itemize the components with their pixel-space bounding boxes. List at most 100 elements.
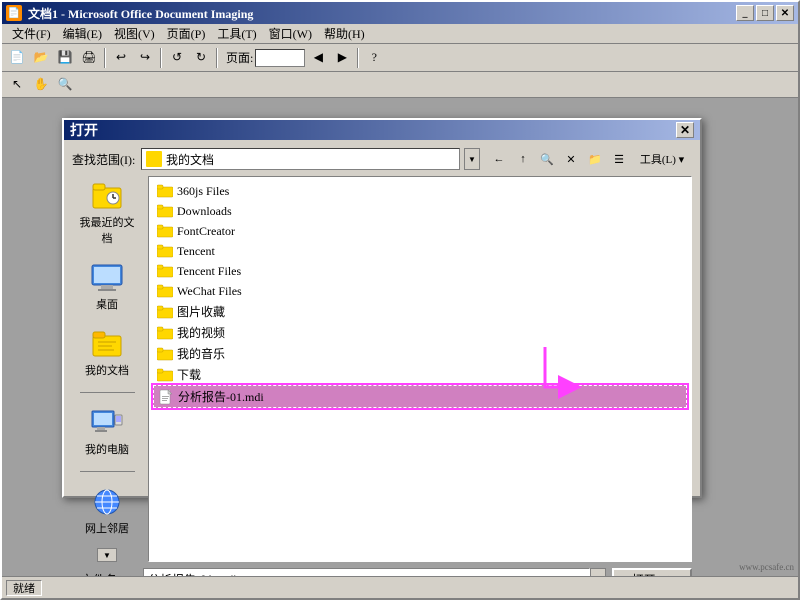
menu-tools[interactable]: 工具(T)	[211, 23, 262, 44]
toolbar-open[interactable]: 📂	[30, 47, 52, 69]
file-item[interactable]: 我的视频	[153, 322, 687, 343]
left-panel-divider2	[80, 471, 135, 472]
dialog-newfolder-button[interactable]: 📁	[584, 148, 606, 170]
toolbar-scan[interactable]: 🖨	[78, 47, 100, 69]
window-controls: _ □ ✕	[736, 5, 794, 21]
folder-item-icon	[157, 263, 173, 279]
file-item[interactable]: Tencent Files	[153, 261, 687, 281]
file-item[interactable]: 我的音乐	[153, 343, 687, 364]
menu-help[interactable]: 帮助(H)	[318, 23, 371, 44]
dialog-body: 查找范围(I): 我的文档 ▼ ← ↑ 🔍 ✕ 📁 ☰ 工具(L) ▾	[64, 140, 700, 576]
address-value: 我的文档	[166, 151, 455, 168]
page-label: 页面:	[226, 49, 253, 66]
file-item[interactable]: Downloads	[153, 201, 687, 221]
zoom-tool[interactable]: 🔍	[54, 74, 76, 96]
left-item-network[interactable]: 网上邻居	[75, 482, 140, 540]
folder-item-icon	[157, 183, 173, 199]
content-area: 打开 ✕ 查找范围(I): 我的文档 ▼ ← ↑ 🔍	[2, 98, 798, 576]
file-item[interactable]: 图片收藏	[153, 301, 687, 322]
network-icon	[91, 486, 123, 518]
hand-tool[interactable]: ✋	[30, 74, 52, 96]
dialog-views-button[interactable]: ☰	[608, 148, 630, 170]
file-item[interactable]: 360js Files	[153, 181, 687, 201]
filename-label: 文件名(N):	[72, 571, 137, 577]
left-item-desktop[interactable]: 桌面	[75, 258, 140, 316]
mycomp-label: 我的电脑	[85, 441, 129, 457]
dialog-up-button[interactable]: ↑	[512, 148, 534, 170]
address-combo[interactable]: 我的文档	[141, 148, 460, 170]
dialog-close-button[interactable]: ✕	[676, 122, 694, 138]
window-title: 文档1 - Microsoft Office Document Imaging	[28, 5, 736, 22]
toolbar-rotate-right[interactable]: ↻	[190, 47, 212, 69]
file-item-name: 360js Files	[177, 184, 229, 199]
folder-item-icon	[157, 304, 173, 320]
separator-1	[104, 48, 106, 68]
toolbar-redo[interactable]: ↪	[134, 47, 156, 69]
file-item-name: Tencent	[177, 244, 215, 259]
menu-window[interactable]: 窗口(W)	[263, 23, 318, 44]
separator-3	[216, 48, 218, 68]
left-panel-divider	[80, 392, 135, 393]
address-label: 查找范围(I):	[72, 151, 137, 168]
page-next-button[interactable]: ▶	[331, 47, 353, 69]
recent-icon	[91, 180, 123, 212]
menu-edit[interactable]: 编辑(E)	[57, 23, 108, 44]
dialog-search-button[interactable]: 🔍	[536, 148, 558, 170]
secondary-toolbar: ↖ ✋ 🔍	[2, 72, 798, 98]
dialog-content: 我最近的文档 桌面	[72, 176, 692, 562]
separator-4	[357, 48, 359, 68]
file-item-name: 下载	[177, 366, 201, 383]
file-item[interactable]: 分析报告-01.mdi	[153, 385, 687, 408]
network-label: 网上邻居	[85, 520, 129, 536]
folder-item-icon	[157, 203, 173, 219]
menu-bar: 文件(F) 编辑(E) 视图(V) 页面(P) 工具(T) 窗口(W) 帮助(H…	[2, 24, 798, 44]
file-item[interactable]: 下载	[153, 364, 687, 385]
file-item-name: 我的视频	[177, 324, 225, 341]
file-item[interactable]: WeChat Files	[153, 281, 687, 301]
menu-view[interactable]: 视图(V)	[108, 23, 161, 44]
toolbar-save[interactable]: 💾	[54, 47, 76, 69]
mydoc-label: 我的文档	[85, 362, 129, 378]
filename-dropdown[interactable]: ▼	[590, 568, 606, 576]
file-item-name: FontCreator	[177, 224, 235, 239]
dialog-title-bar: 打开 ✕	[64, 120, 700, 140]
recent-label: 我最近的文档	[79, 214, 136, 246]
page-input[interactable]	[255, 49, 305, 67]
main-toolbar: 📄 📂 💾 🖨 ↩ ↪ ↺ ↻ 页面: ◀ ▶ ?	[2, 44, 798, 72]
menu-file[interactable]: 文件(F)	[6, 23, 57, 44]
left-item-recent[interactable]: 我最近的文档	[75, 176, 140, 250]
left-item-mycomp[interactable]: 我的电脑	[75, 403, 140, 461]
folder-item-icon	[157, 346, 173, 362]
app-icon: 📄	[6, 5, 22, 21]
folder-item-icon	[157, 325, 173, 341]
open-dialog: 打开 ✕ 查找范围(I): 我的文档 ▼ ← ↑ 🔍	[62, 118, 702, 498]
folder-item-icon	[157, 223, 173, 239]
address-dropdown-arrow[interactable]: ▼	[464, 148, 480, 170]
open-button[interactable]: 打开(O)	[612, 568, 692, 576]
left-panel: 我最近的文档 桌面	[72, 176, 142, 562]
toolbar-rotate-left[interactable]: ↺	[166, 47, 188, 69]
dialog-back-button[interactable]: ←	[488, 148, 510, 170]
menu-page[interactable]: 页面(P)	[161, 23, 212, 44]
help-button[interactable]: ?	[363, 47, 385, 69]
mydoc-icon	[91, 328, 123, 360]
file-item[interactable]: Tencent	[153, 241, 687, 261]
left-panel-scroll-down[interactable]: ▼	[97, 548, 117, 562]
toolbar-new[interactable]: 📄	[6, 47, 28, 69]
dialog-tools-dropdown[interactable]: 工具(L) ▾	[632, 148, 692, 170]
left-item-mydoc[interactable]: 我的文档	[75, 324, 140, 382]
file-item[interactable]: FontCreator	[153, 221, 687, 241]
minimize-button[interactable]: _	[736, 5, 754, 21]
close-button[interactable]: ✕	[776, 5, 794, 21]
file-list[interactable]: 360js Files Downloads FontCreator Tencent Te…	[148, 176, 692, 562]
maximize-button[interactable]: □	[756, 5, 774, 21]
filename-input[interactable]	[143, 568, 590, 576]
file-item-name: 我的音乐	[177, 345, 225, 362]
toolbar-undo[interactable]: ↩	[110, 47, 132, 69]
title-bar: 📄 文档1 - Microsoft Office Document Imagin…	[2, 2, 798, 24]
cursor-tool[interactable]: ↖	[6, 74, 28, 96]
filename-input-wrap: ▼	[143, 568, 606, 576]
dialog-delete-button[interactable]: ✕	[560, 148, 582, 170]
separator-2	[160, 48, 162, 68]
page-prev-button[interactable]: ◀	[307, 47, 329, 69]
